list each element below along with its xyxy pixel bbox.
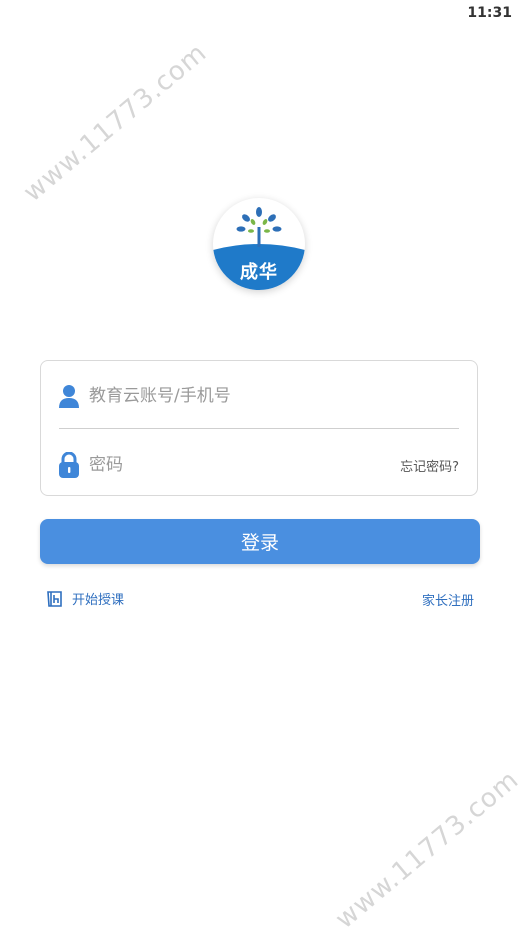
login-button[interactable]: 登录 [40, 519, 480, 564]
watermark: www.11773.com [18, 37, 213, 208]
status-bar-time: 11:31 [467, 5, 512, 21]
start-teaching-label: 开始授课 [72, 593, 125, 608]
logo-text: 成华 [240, 262, 278, 283]
app-logo: 成华 [213, 198, 305, 290]
account-row [59, 376, 459, 416]
parent-register-link[interactable]: 家长注册 [422, 590, 474, 609]
lock-icon [59, 452, 79, 478]
login-form: 忘记密码? [40, 360, 478, 496]
watermark: www.11773.com [330, 764, 518, 935]
user-icon [59, 385, 79, 408]
field-divider [59, 428, 459, 429]
account-input[interactable] [89, 386, 459, 406]
start-teaching-link[interactable]: 开始授课 [46, 589, 124, 608]
book-icon [47, 590, 62, 607]
forgot-password-link[interactable]: 忘记密码? [400, 456, 459, 475]
password-row: 忘记密码? [59, 445, 459, 485]
password-input[interactable] [89, 455, 401, 475]
